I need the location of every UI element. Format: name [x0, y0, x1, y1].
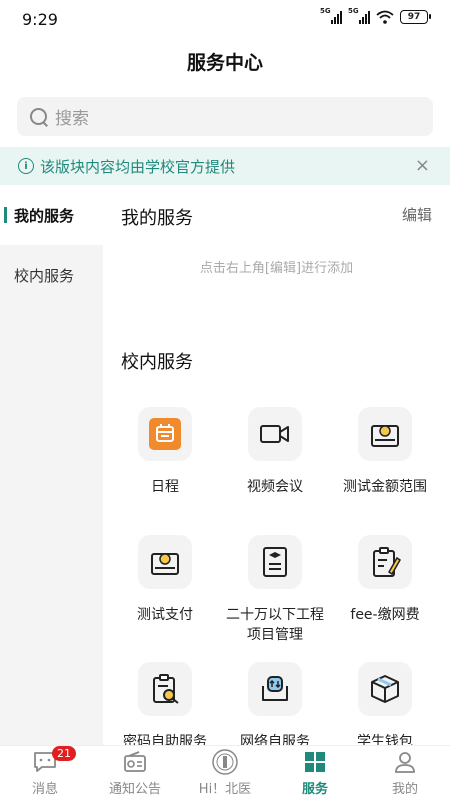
tab-label: Hi！北医 [198, 782, 252, 797]
network-type-1: 5G [320, 7, 331, 15]
signal-icon: 5G [320, 7, 342, 24]
wallet-icon [358, 662, 412, 716]
user-icon [395, 752, 415, 773]
service-label: 网络自服务 [240, 734, 310, 745]
tab-services[interactable]: 服务 [270, 748, 360, 797]
clipboard-edit-icon [358, 535, 412, 589]
video-camera-icon [248, 407, 302, 461]
service-item[interactable]: 日程 [110, 407, 220, 497]
services-content: 我的服务 编辑 点击右上角[编辑]进行添加 校内服务 日程 视频会议 测试金额范… [103, 185, 450, 745]
service-label: 日程 [151, 479, 179, 495]
payment-icon [358, 407, 412, 461]
sidebar-item-label: 我的服务 [14, 206, 75, 225]
battery-icon: 97 [400, 10, 431, 24]
unread-badge: 21 [52, 746, 76, 761]
search-placeholder: 搜索 [55, 109, 89, 129]
service-label: 学生钱包 [357, 734, 413, 745]
search-bar[interactable]: 搜索 [17, 97, 433, 136]
wifi-icon [376, 10, 394, 24]
search-icon [29, 107, 49, 127]
app-screen: 9:29 5G 5G 97 服务中心 搜索 i 该版块内容均由学校官方提供 × … [0, 0, 450, 800]
password-icon [138, 662, 192, 716]
notice-banner: i 该版块内容均由学校官方提供 × [0, 147, 450, 185]
document-icon [248, 535, 302, 589]
service-label: 视频会议 [247, 479, 303, 495]
page-title: 服务中心 [186, 52, 263, 74]
service-item[interactable]: 网络自服务 [220, 662, 330, 745]
close-icon[interactable]: × [415, 155, 430, 176]
campus-services-title: 校内服务 [121, 352, 193, 373]
service-item[interactable]: 测试支付 [110, 535, 220, 625]
network-icon [248, 662, 302, 716]
sidebar-item-my-services[interactable]: 我的服务 [0, 185, 103, 245]
bottom-tab-bar: 21 消息 通知公告 Hi！北医 服务 我的 [0, 745, 450, 800]
tab-hi-bjmu[interactable]: Hi！北医 [180, 748, 270, 797]
service-item[interactable]: 二十万以下工程项目管理 [220, 535, 330, 645]
edit-button[interactable]: 编辑 [402, 204, 432, 225]
notice-text: 该版块内容均由学校官方提供 [40, 157, 236, 176]
tab-label: 我的 [391, 782, 418, 797]
battery-level: 97 [407, 12, 421, 22]
radio-icon [124, 751, 146, 772]
status-icons: 5G 5G 97 [320, 7, 431, 24]
tab-label: 消息 [31, 782, 58, 797]
sidebar-item-label: 校内服务 [14, 266, 75, 285]
service-item[interactable]: fee-缴网费 [330, 535, 440, 625]
service-label: 二十万以下工程项目管理 [226, 607, 324, 643]
service-label: 测试支付 [137, 607, 193, 623]
status-bar: 9:29 5G 5G 97 [0, 0, 450, 40]
tab-profile[interactable]: 我的 [360, 748, 450, 797]
service-item[interactable]: 测试金额范围 [330, 407, 440, 497]
sidebar-item-campus-services[interactable]: 校内服务 [0, 245, 103, 305]
sidebar: 我的服务 校内服务 [0, 185, 103, 745]
tab-messages[interactable]: 21 消息 [0, 746, 90, 797]
my-services-title: 我的服务 [121, 208, 193, 229]
service-item[interactable]: 学生钱包 [330, 662, 440, 745]
payment-icon [138, 535, 192, 589]
calendar-icon [138, 407, 192, 461]
signal-icon: 5G [348, 7, 370, 24]
service-item[interactable]: 密码自助服务 [110, 662, 220, 745]
service-label: fee-缴网费 [350, 607, 420, 623]
service-label: 测试金额范围 [343, 479, 427, 495]
empty-hint: 点击右上角[编辑]进行添加 [199, 261, 354, 276]
university-logo-icon [212, 749, 238, 775]
service-label: 密码自助服务 [123, 734, 207, 745]
status-time: 9:29 [22, 10, 58, 29]
service-item[interactable]: 视频会议 [220, 407, 330, 497]
tab-notices[interactable]: 通知公告 [90, 748, 180, 797]
grid-icon [305, 752, 325, 772]
tab-label: 通知公告 [108, 782, 161, 797]
info-icon: i [18, 158, 34, 174]
tab-label: 服务 [301, 782, 328, 797]
network-type-2: 5G [348, 7, 359, 15]
